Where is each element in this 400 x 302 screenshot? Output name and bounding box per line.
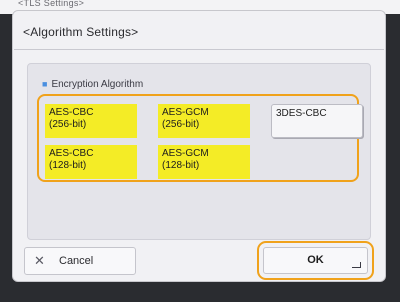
cancel-label: Cancel xyxy=(59,255,94,267)
option-line1: 3DES-CBC xyxy=(276,108,327,119)
option-line1: AES-CBC xyxy=(49,148,94,159)
background-title: <TLS Settings> xyxy=(18,0,85,8)
option-line1: AES-GCM xyxy=(162,107,209,118)
option-3des-cbc[interactable]: 3DES-CBC xyxy=(271,104,363,138)
option-aes-cbc-256[interactable]: AES-CBC (256-bit) xyxy=(45,104,137,138)
title-divider xyxy=(14,49,384,50)
section-label: ■ Encryption Algorithm xyxy=(42,79,143,90)
option-line2: (256-bit) xyxy=(49,119,87,130)
dialog-title: <Algorithm Settings> xyxy=(23,25,139,39)
option-line2: (256-bit) xyxy=(162,119,200,130)
option-aes-gcm-256[interactable]: AES-GCM (256-bit) xyxy=(158,104,250,138)
cancel-button[interactable]: ✕ Cancel xyxy=(24,247,136,275)
option-line2: (128-bit) xyxy=(162,160,200,171)
options-highlight-frame: AES-CBC (256-bit) AES-GCM (256-bit) 3DES… xyxy=(37,94,363,182)
option-aes-gcm-128[interactable]: AES-GCM (128-bit) xyxy=(158,145,250,179)
ok-highlight-frame: OK xyxy=(257,241,374,280)
ok-label: OK xyxy=(307,254,324,266)
option-line1: AES-GCM xyxy=(162,148,209,159)
enter-icon xyxy=(352,262,361,268)
option-aes-cbc-128[interactable]: AES-CBC (128-bit) xyxy=(45,145,137,179)
option-line2: (128-bit) xyxy=(49,160,87,171)
encryption-algorithm-group: ■ Encryption Algorithm AES-CBC (256-bit) … xyxy=(27,63,371,240)
ok-button[interactable]: OK xyxy=(263,247,368,274)
bottom-bar xyxy=(0,284,400,302)
bullet-icon: ■ xyxy=(42,79,48,89)
dialog-button-bar: ✕ Cancel OK xyxy=(14,241,384,281)
section-label-text: Encryption Algorithm xyxy=(51,79,144,90)
algorithm-settings-dialog: <Algorithm Settings> ■ Encryption Algorit… xyxy=(12,10,386,282)
option-line1: AES-CBC xyxy=(49,107,94,118)
close-icon: ✕ xyxy=(34,253,45,268)
